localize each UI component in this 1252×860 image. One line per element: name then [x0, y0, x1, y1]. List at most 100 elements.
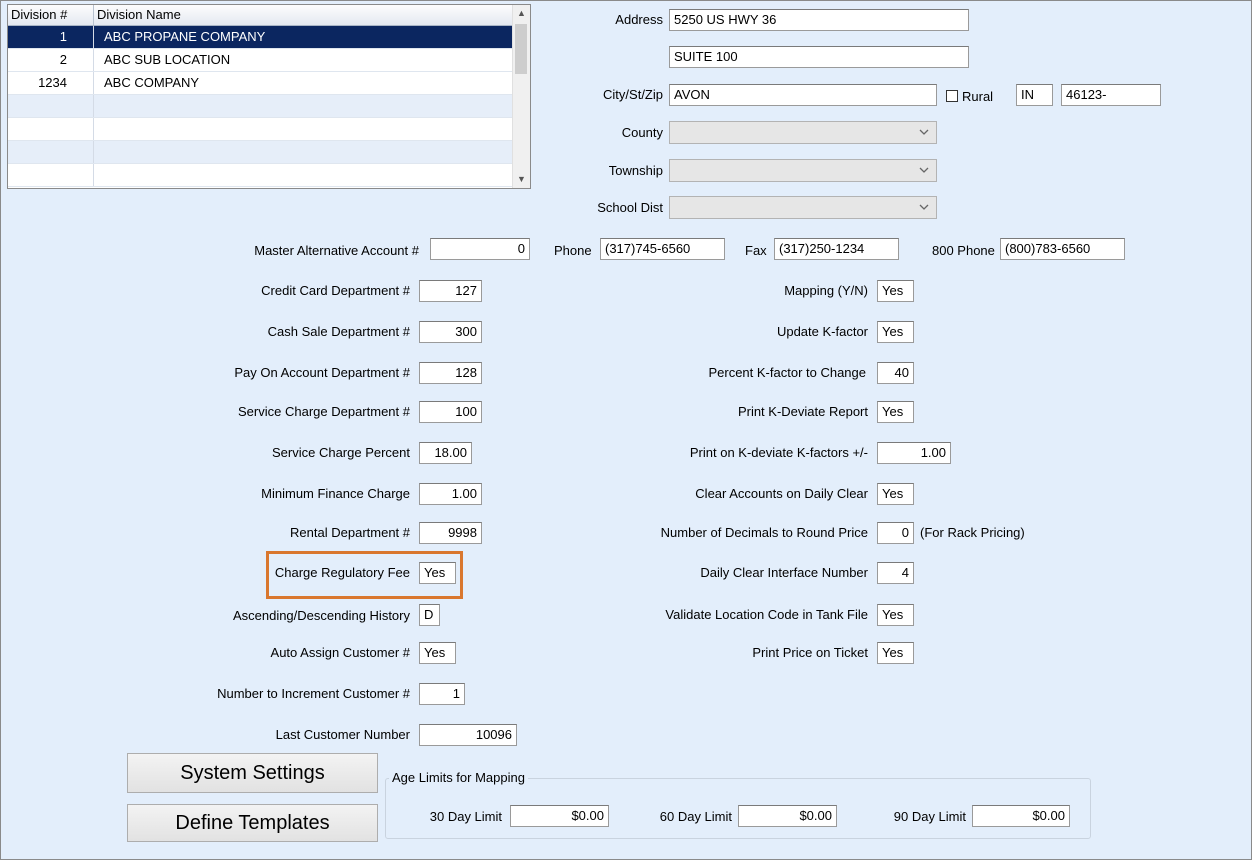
table-row[interactable]: 1 ABC PROPANE COMPANY: [8, 26, 514, 49]
address-line2-field[interactable]: SUITE 100: [669, 46, 969, 68]
daily-clear-interface-label: Daily Clear Interface Number: [700, 565, 868, 580]
validate-location-label: Validate Location Code in Tank File: [665, 607, 868, 622]
empty-row[interactable]: [8, 118, 514, 141]
county-label: County: [621, 125, 663, 140]
increment-customer-field[interactable]: 1: [419, 683, 465, 705]
system-settings-button[interactable]: System Settings: [127, 753, 378, 793]
percent-kfactor-label: Percent K-factor to Change: [708, 365, 866, 380]
asc-desc-history-field[interactable]: D: [419, 604, 440, 626]
master-alt-account-field[interactable]: 0: [430, 238, 530, 260]
grid-vertical-scrollbar[interactable]: ▲ ▼: [512, 5, 530, 188]
column-header-division-name[interactable]: Division Name: [94, 5, 497, 25]
print-kdeviate-report-label: Print K-Deviate Report: [737, 404, 868, 419]
city-field[interactable]: AVON: [669, 84, 937, 106]
table-row[interactable]: 1234 ABC COMPANY: [8, 72, 514, 95]
credit-card-dept-field[interactable]: 127: [419, 280, 482, 302]
empty-row[interactable]: [8, 95, 514, 118]
scroll-thumb[interactable]: [515, 24, 527, 74]
division-setup-window: Division # Division Name 1 ABC PROPANE C…: [0, 0, 1252, 860]
update-kfactor-label: Update K-factor: [776, 324, 868, 339]
decimals-round-price-label: Number of Decimals to Round Price: [660, 525, 868, 540]
print-price-ticket-field[interactable]: Yes: [877, 642, 914, 664]
day90-limit-label: 90 Day Limit: [893, 809, 966, 824]
day60-limit-field[interactable]: $0.00: [738, 805, 837, 827]
rental-dept-label: Rental Department #: [290, 525, 410, 540]
auto-assign-customer-label: Auto Assign Customer #: [270, 645, 410, 660]
school-district-dropdown[interactable]: [669, 196, 937, 219]
township-dropdown[interactable]: [669, 159, 937, 182]
state-field[interactable]: IN: [1016, 84, 1053, 106]
fax-label: Fax: [745, 243, 767, 258]
division-name-cell: ABC PROPANE COMPANY: [104, 29, 266, 44]
address-line1-field[interactable]: 5250 US HWY 36: [669, 9, 969, 31]
pay-on-account-dept-field[interactable]: 128: [419, 362, 482, 384]
master-alt-account-label: Master Alternative Account #: [254, 243, 419, 258]
chevron-down-icon: [919, 204, 929, 210]
table-row[interactable]: 2 ABC SUB LOCATION: [8, 49, 514, 72]
minimum-finance-charge-label: Minimum Finance Charge: [261, 486, 410, 501]
column-header-division-number[interactable]: Division #: [8, 5, 94, 25]
grid-header: Division # Division Name: [8, 5, 514, 26]
charge-regulatory-fee-field[interactable]: Yes: [419, 562, 456, 584]
day90-limit-field[interactable]: $0.00: [972, 805, 1070, 827]
township-label: Township: [608, 163, 663, 178]
fax-field[interactable]: (317)250-1234: [774, 238, 899, 260]
age-limits-title: Age Limits for Mapping: [389, 770, 528, 786]
rack-pricing-note: (For Rack Pricing): [920, 525, 1025, 540]
print-kdeviate-report-field[interactable]: Yes: [877, 401, 914, 423]
daily-clear-interface-field[interactable]: 4: [877, 562, 914, 584]
scroll-up-arrow-icon[interactable]: ▲: [513, 5, 530, 22]
asc-desc-history-label: Ascending/Descending History: [232, 608, 410, 623]
pay-on-account-dept-label: Pay On Account Department #: [234, 365, 410, 380]
empty-row[interactable]: [8, 141, 514, 164]
cash-sale-dept-label: Cash Sale Department #: [267, 324, 410, 339]
scroll-down-arrow-icon[interactable]: ▼: [513, 171, 530, 188]
print-kdeviate-kfactors-label: Print on K-deviate K-factors +/-: [689, 445, 868, 460]
day30-limit-field[interactable]: $0.00: [510, 805, 609, 827]
division-number-cell: 1234: [8, 72, 94, 94]
clear-accounts-label: Clear Accounts on Daily Clear: [695, 486, 868, 501]
update-kfactor-field[interactable]: Yes: [877, 321, 914, 343]
phone-800-field[interactable]: (800)783-6560: [1000, 238, 1125, 260]
school-district-label: School Dist: [597, 200, 663, 215]
charge-regulatory-fee-label: Charge Regulatory Fee: [274, 565, 410, 580]
print-kdeviate-kfactors-field[interactable]: 1.00: [877, 442, 951, 464]
chevron-down-icon: [919, 129, 929, 135]
day60-limit-label: 60 Day Limit: [659, 809, 732, 824]
city-st-zip-label: City/St/Zip: [603, 87, 663, 102]
increment-customer-label: Number to Increment Customer #: [217, 686, 410, 701]
phone-field[interactable]: (317)745-6560: [600, 238, 725, 260]
service-charge-percent-label: Service Charge Percent: [271, 445, 410, 460]
service-charge-dept-field[interactable]: 100: [419, 401, 482, 423]
cash-sale-dept-field[interactable]: 300: [419, 321, 482, 343]
service-charge-dept-label: Service Charge Department #: [238, 404, 410, 419]
validate-location-field[interactable]: Yes: [877, 604, 914, 626]
service-charge-percent-field[interactable]: 18.00: [419, 442, 472, 464]
mapping-label: Mapping (Y/N): [784, 283, 868, 298]
empty-row[interactable]: [8, 164, 514, 187]
define-templates-button[interactable]: Define Templates: [127, 804, 378, 842]
day30-limit-label: 30 Day Limit: [429, 809, 502, 824]
rural-checkbox[interactable]: [946, 90, 958, 102]
credit-card-dept-label: Credit Card Department #: [261, 283, 410, 298]
division-number-cell: 1: [8, 26, 94, 48]
zip-field[interactable]: 46123-: [1061, 84, 1161, 106]
division-name-cell: ABC SUB LOCATION: [104, 52, 231, 67]
auto-assign-customer-field[interactable]: Yes: [419, 642, 456, 664]
mapping-field[interactable]: Yes: [877, 280, 914, 302]
print-price-ticket-label: Print Price on Ticket: [752, 645, 868, 660]
clear-accounts-field[interactable]: Yes: [877, 483, 914, 505]
percent-kfactor-field[interactable]: 40: [877, 362, 914, 384]
phone-800-label: 800 Phone: [932, 243, 995, 258]
decimals-round-price-field[interactable]: 0: [877, 522, 914, 544]
phone-label: Phone: [554, 243, 592, 258]
last-customer-number-field[interactable]: 10096: [419, 724, 517, 746]
division-grid[interactable]: Division # Division Name 1 ABC PROPANE C…: [7, 4, 531, 189]
chevron-down-icon: [919, 167, 929, 173]
rural-label: Rural: [962, 89, 994, 104]
minimum-finance-charge-field[interactable]: 1.00: [419, 483, 482, 505]
rental-dept-field[interactable]: 9998: [419, 522, 482, 544]
division-name-cell: ABC COMPANY: [104, 75, 200, 90]
last-customer-number-label: Last Customer Number: [275, 727, 410, 742]
county-dropdown[interactable]: [669, 121, 937, 144]
